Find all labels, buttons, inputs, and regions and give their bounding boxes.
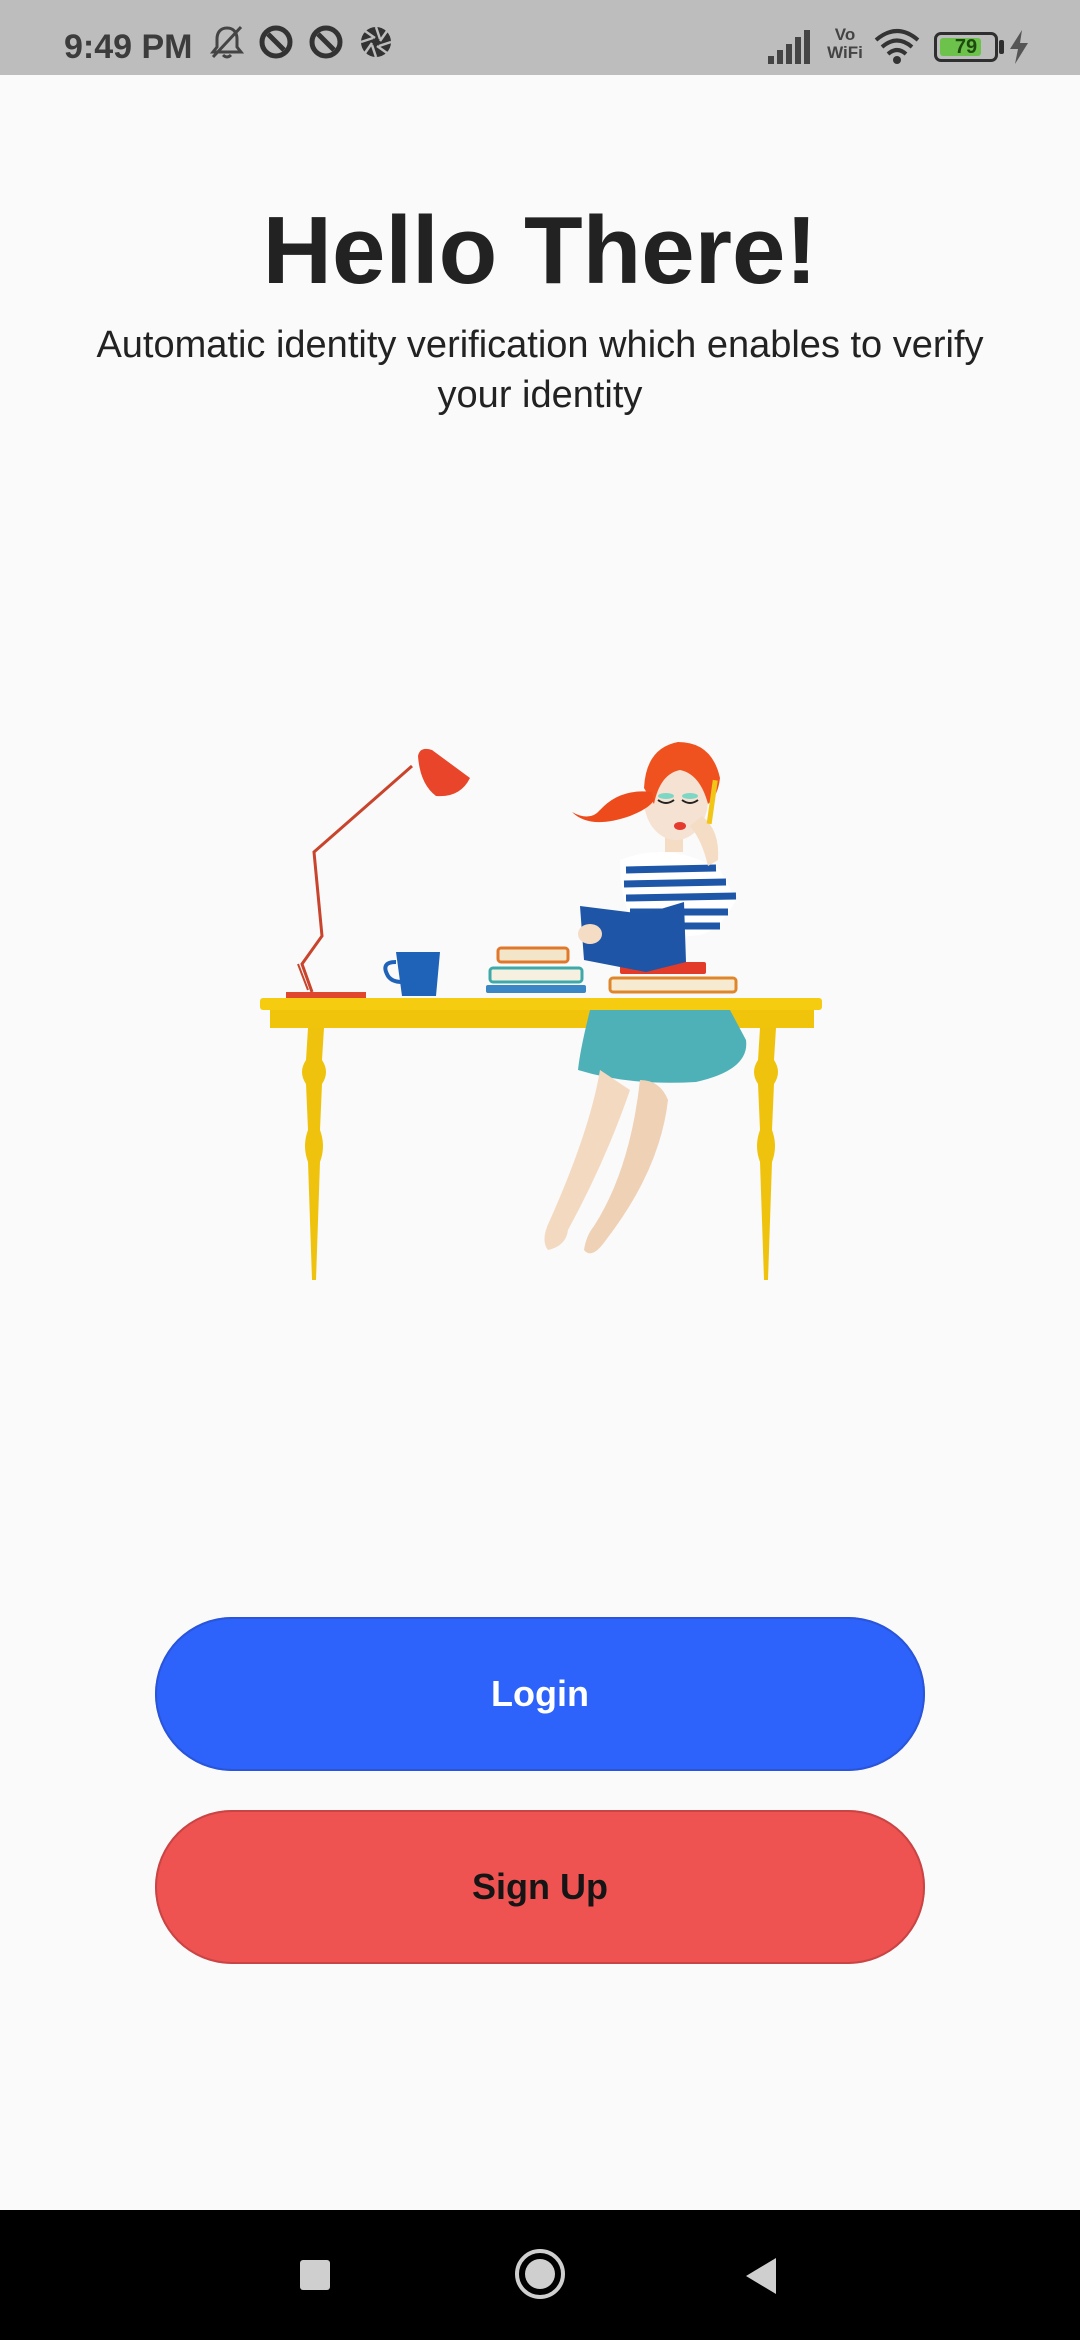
sync-icon bbox=[309, 25, 343, 59]
signup-button[interactable]: Sign Up bbox=[155, 1810, 925, 1964]
signal-icon bbox=[768, 30, 810, 64]
bell-muted-icon bbox=[210, 25, 244, 59]
system-nav-bar bbox=[0, 2210, 1080, 2340]
sync-icon bbox=[259, 25, 293, 59]
book-stack-illustration bbox=[486, 946, 586, 993]
back-triangle-icon[interactable] bbox=[740, 2250, 780, 2300]
battery-cap bbox=[999, 40, 1004, 54]
charging-icon bbox=[1010, 30, 1028, 64]
battery-level: 79 bbox=[954, 36, 978, 58]
status-time: 9:49 PM bbox=[64, 28, 193, 66]
login-button[interactable]: Login bbox=[155, 1617, 925, 1771]
page-subtitle: Automatic identity verification which en… bbox=[96, 324, 984, 416]
page-title: Hello There! bbox=[262, 197, 818, 304]
mug-illustration bbox=[383, 952, 440, 996]
wifi-icon bbox=[874, 29, 920, 64]
recents-square-icon[interactable] bbox=[298, 2250, 332, 2300]
home-circle-icon[interactable] bbox=[513, 2246, 567, 2302]
vowifi-icon: Vo WiFi bbox=[827, 25, 863, 62]
girl-illustration bbox=[544, 742, 747, 1254]
status-bar: 9:49 PM Vo WiFi 79 bbox=[0, 0, 1080, 75]
battery-icon: 79 bbox=[934, 32, 998, 62]
reading-girl-illustration bbox=[260, 742, 822, 1280]
shutter-icon bbox=[360, 26, 392, 58]
desk-lamp-illustration bbox=[286, 748, 470, 998]
